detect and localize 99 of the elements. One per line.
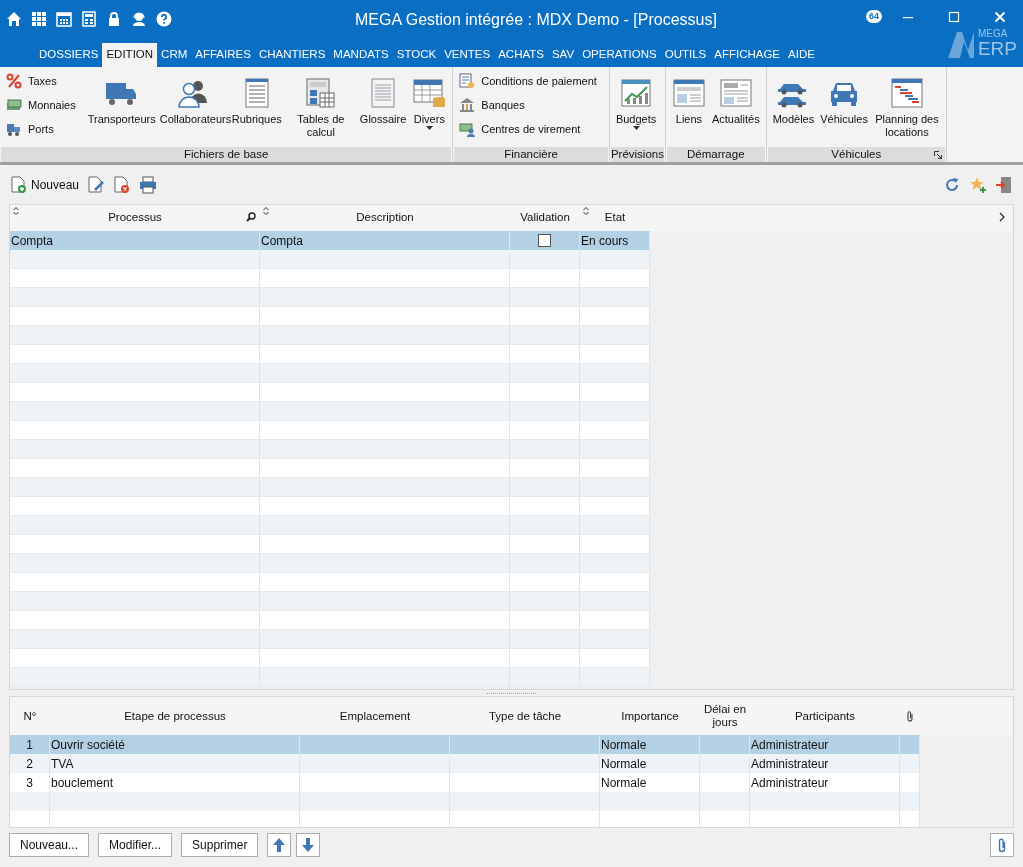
support-headset-icon[interactable] — [131, 10, 147, 27]
column-header[interactable]: Emplacement — [339, 709, 411, 723]
menu-tab[interactable]: STOCK — [392, 43, 441, 67]
column-header[interactable]: Délai en jours — [702, 703, 748, 729]
apps-grid-icon[interactable] — [31, 10, 47, 27]
column-header[interactable]: Processus — [108, 209, 162, 227]
close-icon[interactable] — [994, 11, 1006, 23]
caret-icon — [425, 126, 433, 130]
ribbon-button[interactable]: Liens — [669, 71, 708, 126]
newspaper-icon — [718, 77, 753, 109]
menu-tab[interactable]: AFFICHAGE — [710, 43, 785, 67]
delete-document-icon[interactable] — [113, 176, 132, 194]
ribbon-group-label: Démarrage — [687, 147, 745, 162]
ribbon-button[interactable]: Banques — [457, 95, 599, 115]
ribbon-button[interactable]: Budgets — [613, 71, 659, 130]
logo-text: ERP — [977, 39, 1017, 58]
ribbon-group-label: Fichiers de base — [183, 147, 269, 162]
scroll-right-icon[interactable] — [999, 212, 1005, 222]
menu-tab[interactable]: DOSSIERS — [35, 43, 103, 67]
paperclip-icon[interactable] — [906, 710, 914, 722]
action-button[interactable]: Nouveau... — [9, 833, 90, 857]
column-header[interactable]: Etat — [604, 209, 626, 227]
document-coins-icon — [459, 72, 477, 90]
ribbon-button[interactable]: Monnaies — [4, 95, 78, 115]
ribbon-button[interactable]: Véhicules — [818, 71, 870, 126]
move-up-button[interactable] — [267, 833, 292, 857]
column-header[interactable]: Validation — [520, 209, 570, 227]
notification-badge: 64 — [866, 10, 882, 23]
printer-icon[interactable] — [139, 176, 158, 194]
menu-tab[interactable]: CRM — [157, 43, 192, 67]
menu-tab[interactable]: AIDE — [784, 43, 819, 67]
maximize-icon[interactable] — [948, 11, 960, 23]
calculator-icon[interactable] — [81, 10, 97, 27]
menu-tab[interactable]: EDITION — [102, 43, 158, 67]
percent-icon — [6, 72, 23, 90]
calculator-icon — [303, 77, 338, 109]
star-plus-icon[interactable] — [969, 176, 987, 194]
menu-tab[interactable]: OPERATIONS — [578, 43, 661, 67]
calendar-icon[interactable] — [56, 10, 72, 27]
ribbon-button[interactable]: Glossaire — [357, 71, 409, 126]
menu-tab[interactable]: CHANTIERS — [254, 43, 330, 67]
ribbon-button[interactable]: Actualités — [709, 71, 762, 126]
action-button[interactable]: Modifier... — [98, 833, 173, 857]
lock-icon[interactable] — [106, 10, 122, 27]
checkbox[interactable] — [538, 234, 551, 247]
chart-growth-icon — [619, 77, 654, 109]
attachment-button[interactable] — [990, 833, 1014, 857]
search-icon[interactable] — [246, 212, 256, 222]
column-header[interactable]: Importance — [621, 709, 679, 723]
logo-text: MEGA — [977, 29, 1009, 39]
logo-mark-icon — [945, 29, 976, 58]
ribbon-button[interactable]: Taxes — [4, 71, 78, 91]
ribbon-group-label: Financière — [504, 147, 558, 162]
ribbon-button[interactable]: Tables de calcul — [285, 71, 356, 139]
ribbon-group-label: Prévisions — [610, 147, 664, 162]
paperclip-icon — [997, 837, 1007, 853]
bank-icon — [459, 96, 477, 114]
column-header[interactable]: N° — [23, 709, 37, 723]
new-document-icon — [10, 176, 28, 194]
column-header[interactable]: Type de tâche — [488, 709, 562, 723]
edit-document-icon[interactable] — [87, 176, 106, 194]
menu-tab[interactable]: MANDATS — [329, 43, 393, 67]
arrow-down-icon — [301, 837, 316, 853]
home-icon[interactable] — [6, 10, 22, 27]
column-header[interactable]: Description — [356, 209, 414, 227]
ribbon-button[interactable]: Centres de virement — [457, 119, 599, 139]
menu-tab[interactable]: VENTES — [440, 43, 495, 67]
ribbon-button[interactable]: Ports — [4, 119, 78, 139]
menu-tab[interactable]: SAV — [547, 43, 579, 67]
banknotes-person-icon — [459, 120, 477, 138]
arrow-up-icon — [272, 837, 287, 853]
table-database-icon — [412, 77, 447, 109]
ribbon-button[interactable]: Divers — [410, 71, 449, 130]
ribbon-group-label: Véhicules — [831, 147, 882, 162]
ribbon-button[interactable]: Modèles — [770, 71, 817, 126]
caret-icon — [632, 126, 640, 130]
ribbon-button[interactable]: Conditions de paiement — [457, 71, 599, 91]
ribbon-button[interactable]: Transporteurs — [85, 71, 156, 126]
menu-tab[interactable]: ACHATS — [494, 43, 548, 67]
web-page-icon — [671, 77, 706, 109]
column-header[interactable]: Participants — [794, 709, 856, 723]
column-header[interactable]: Etape de processus — [124, 709, 226, 723]
new-button[interactable]: Nouveau — [10, 176, 80, 194]
window-title: MEGA Gestion intégrée : MDX Demo - [Processus] — [355, 10, 717, 30]
exit-door-icon[interactable] — [995, 176, 1013, 194]
ribbon-button[interactable]: Planning des locations — [871, 71, 942, 139]
menu-tab[interactable]: AFFAIRES — [191, 43, 255, 67]
menu-tab[interactable]: OUTILS — [660, 43, 711, 67]
table-row[interactable]: 3 bouclement Normale Administrateur — [10, 773, 920, 792]
splitter-grip-icon[interactable] — [486, 691, 537, 695]
table-row[interactable]: Compta Compta En cours — [10, 231, 650, 250]
refresh-icon[interactable] — [943, 176, 961, 194]
action-button[interactable]: Supprimer — [181, 833, 259, 857]
table-row[interactable]: 1 Ouvrir société Normale Administrateur — [10, 735, 920, 754]
table-row[interactable]: 2 TVA Normale Administrateur — [10, 754, 920, 773]
help-icon[interactable] — [156, 10, 172, 27]
gantt-chart-icon — [889, 77, 924, 109]
dialog-launcher-icon[interactable] — [933, 151, 942, 159]
move-down-button[interactable] — [296, 833, 321, 857]
